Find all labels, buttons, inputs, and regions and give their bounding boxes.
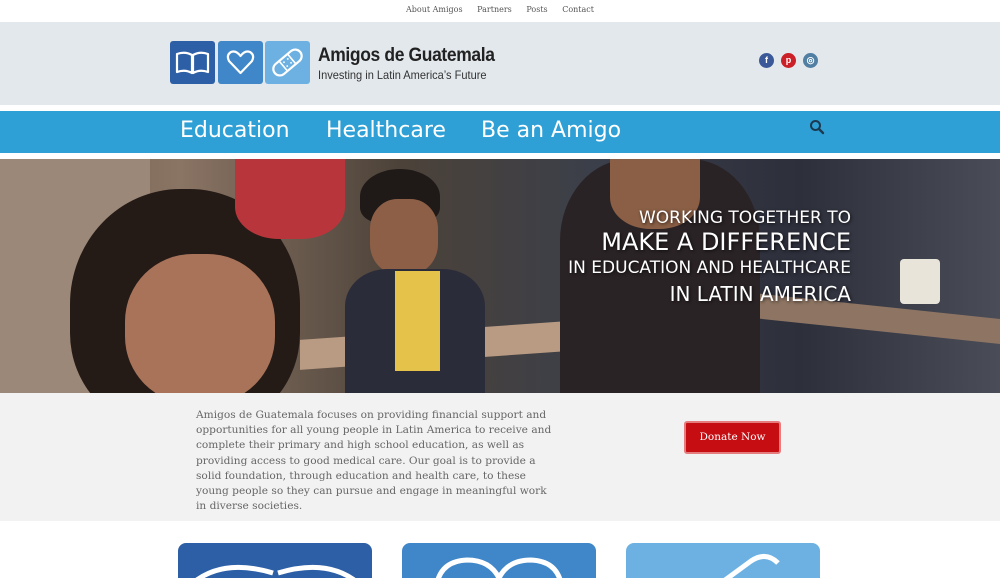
top-nav-posts[interactable]: Posts [526, 5, 547, 14]
hero-boy-face [370, 199, 438, 274]
brand[interactable]: Amigos de Guatemala Investing in Latin A… [318, 45, 510, 82]
nav-be-an-amigo[interactable]: Be an Amigo [481, 118, 621, 143]
instagram-icon[interactable]: ◎ [803, 53, 818, 68]
top-nav-about[interactable]: About Amigos [406, 5, 463, 14]
healthcare-card[interactable] [402, 543, 596, 578]
hero-line-2: MAKE A DIFFERENCE [601, 228, 851, 256]
top-nav: About Amigos Partners Posts Contact [0, 5, 1000, 14]
top-nav-contact[interactable]: Contact [562, 5, 594, 14]
pinterest-icon[interactable]: p [781, 53, 796, 68]
nav-healthcare[interactable]: Healthcare [326, 118, 446, 143]
hero-boy-shirt [395, 271, 440, 371]
hero-girl-face [125, 254, 275, 393]
heart-icon[interactable] [218, 41, 263, 84]
bandage-icon[interactable] [265, 41, 310, 84]
search-icon[interactable] [809, 119, 825, 135]
brand-title: Amigos de Guatemala [318, 45, 495, 66]
heart-icon [435, 557, 563, 578]
hero-line-4: IN LATIN AMERICA [669, 282, 851, 306]
intro-section: Amigos de Guatemala focuses on providing… [0, 393, 1000, 521]
main-nav: Education Healthcare Be an Amigo [0, 111, 1000, 153]
site-header: Amigos de Guatemala Investing in Latin A… [0, 22, 1000, 105]
hero-headline: WORKING TOGETHER TO MAKE A DIFFERENCE IN… [568, 207, 851, 307]
nav-education[interactable]: Education [180, 118, 290, 143]
intro-text: Amigos de Guatemala focuses on providing… [196, 409, 552, 513]
education-card[interactable] [178, 543, 372, 578]
hero-line-1: WORKING TOGETHER TO [638, 208, 851, 228]
hero-line-3: IN EDUCATION AND HEALTHCARE [568, 258, 851, 278]
hero-banner: WORKING TOGETHER TO MAKE A DIFFERENCE IN… [0, 159, 1000, 393]
hero-cup [900, 259, 940, 304]
bandage-icon [723, 554, 780, 578]
brand-tagline: Investing in Latin America’s Future [318, 68, 487, 82]
top-bar: About Amigos Partners Posts Contact [0, 0, 1000, 22]
hero-red-shirt [235, 159, 345, 239]
top-nav-partners[interactable]: Partners [477, 5, 512, 14]
donate-button[interactable]: Donate Now [684, 421, 781, 454]
book-icon [195, 564, 356, 578]
facebook-icon[interactable]: f [759, 53, 774, 68]
be-an-amigo-card[interactable] [626, 543, 820, 578]
book-icon[interactable] [170, 41, 215, 84]
